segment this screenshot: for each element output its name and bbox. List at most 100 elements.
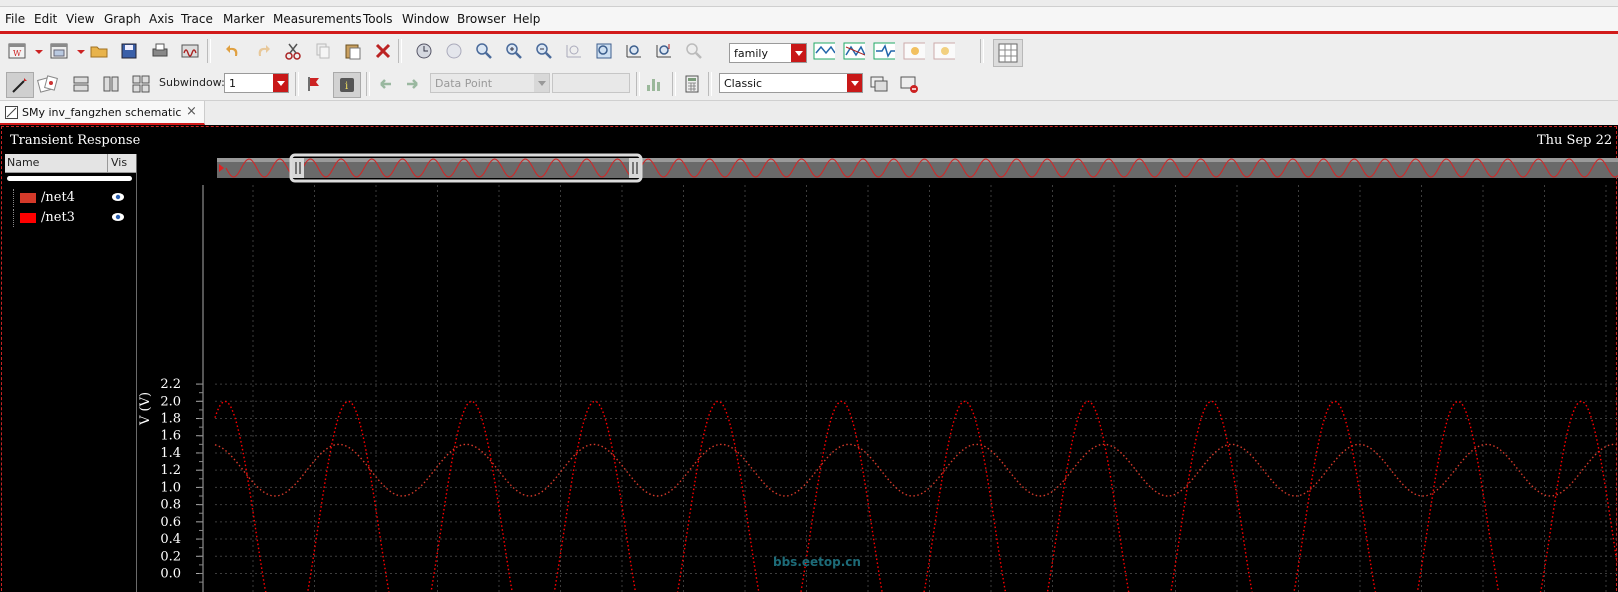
cut-icon[interactable]	[282, 40, 304, 62]
side-layout-icon[interactable]	[100, 73, 122, 95]
family-select[interactable]: family	[729, 43, 807, 63]
trace-series	[214, 400, 1618, 592]
y-tick-label: 0.8	[160, 498, 181, 513]
scrollbar-left-handle[interactable]	[292, 158, 304, 178]
zoom-in-icon[interactable]	[503, 40, 525, 62]
y-tick-label: 0.4	[160, 532, 181, 547]
data-point-select-value: Data Point	[435, 77, 493, 90]
zoom-icon[interactable]	[473, 40, 495, 62]
schematic-icon	[5, 106, 18, 119]
calc-icon[interactable]	[903, 40, 925, 62]
zoom-out-icon[interactable]	[533, 40, 555, 62]
prev-point-icon[interactable]	[374, 73, 396, 95]
new-window-icon[interactable]: W	[6, 40, 28, 62]
menu-browser[interactable]: Browser	[457, 12, 506, 26]
data-point-select[interactable]: Data Point	[430, 73, 550, 93]
toolbar-main: W family	[0, 34, 1618, 69]
toolbar-separator	[980, 39, 984, 63]
tab-label: SMy inv_fangzhen schematic	[22, 106, 182, 119]
menu-file[interactable]: File	[5, 12, 25, 26]
menu-bar: File Edit View Graph Axis Trace Marker M…	[0, 7, 1618, 31]
toolbar-separator	[708, 72, 712, 96]
info-icon[interactable]: i	[333, 72, 361, 98]
calculator-icon[interactable]	[681, 73, 703, 95]
chevron-down-icon[interactable]	[273, 74, 288, 92]
menu-edit[interactable]: Edit	[34, 12, 57, 26]
new-subwindow-icon[interactable]	[48, 40, 70, 62]
print-icon[interactable]	[149, 40, 171, 62]
family-icon[interactable]	[873, 40, 895, 62]
style-select-value: Classic	[724, 77, 763, 90]
menu-axis[interactable]: Axis	[149, 12, 174, 26]
strip-icon[interactable]	[813, 40, 835, 62]
toolbar-separator	[207, 39, 211, 63]
menu-marker[interactable]: Marker	[223, 12, 264, 26]
plot-grid	[215, 185, 1618, 592]
scrollbar-right-handle[interactable]	[629, 158, 641, 178]
undo-icon[interactable]	[222, 40, 244, 62]
fit-icon[interactable]	[413, 40, 435, 62]
data-point-field[interactable]	[552, 73, 630, 93]
menu-view[interactable]: View	[66, 12, 94, 26]
grid-layout-icon[interactable]	[130, 73, 152, 95]
zoom-x-icon[interactable]	[563, 40, 585, 62]
zoom-box-icon[interactable]	[593, 40, 615, 62]
y-axis-ticks: 0.0 0.2 0.4 0.6 0.8 1.0 1.2 1.4 1.6 1.8 2.0 2.2	[160, 377, 203, 583]
menu-measurements[interactable]: Measurements	[273, 12, 362, 26]
graph-icon[interactable]	[933, 40, 955, 62]
menu-graph[interactable]: Graph	[104, 12, 141, 26]
chevron-down-icon[interactable]	[28, 40, 50, 62]
marker-tool-icon[interactable]	[37, 73, 59, 95]
y-tick-label: 1.2	[160, 463, 181, 478]
flag-icon[interactable]	[303, 73, 325, 95]
family-select-value: family	[734, 47, 768, 60]
toolbar-separator	[295, 72, 299, 96]
chevron-down-icon[interactable]	[791, 44, 806, 62]
x-overview-scrollbar[interactable]	[217, 153, 1618, 183]
close-icon[interactable]: ×	[186, 104, 197, 119]
menu-tools[interactable]: Tools	[363, 12, 393, 26]
chevron-down-icon[interactable]	[534, 74, 549, 92]
close-window-icon[interactable]	[898, 73, 920, 95]
stack-layout-icon[interactable]	[70, 73, 92, 95]
watermark: bbs.eetop.cn	[773, 555, 861, 569]
print-preview-icon[interactable]	[179, 40, 201, 62]
y-tick-label: 1.6	[160, 429, 181, 444]
grid-icon[interactable]	[993, 39, 1023, 67]
paste-icon[interactable]	[342, 40, 364, 62]
style-select[interactable]: Classic	[719, 73, 863, 93]
zoom-reset-icon[interactable]	[683, 40, 705, 62]
menu-trace[interactable]: Trace	[181, 12, 213, 26]
tab-bar: SMy inv_fangzhen schematic ×	[0, 101, 1618, 125]
zoom-y-icon[interactable]	[623, 40, 645, 62]
menu-help[interactable]: Help	[513, 12, 540, 26]
delete-icon[interactable]	[372, 40, 394, 62]
toolbar-separator	[398, 39, 402, 63]
copy-icon[interactable]	[312, 40, 334, 62]
redo-icon[interactable]	[252, 40, 274, 62]
split-icon[interactable]	[843, 40, 865, 62]
tab-schematic[interactable]: SMy inv_fangzhen schematic ×	[0, 101, 205, 125]
svg-text:W: W	[13, 49, 22, 58]
save-icon[interactable]	[118, 40, 140, 62]
y-tick-label: 1.0	[160, 480, 181, 495]
zoom-y2-icon[interactable]	[653, 40, 675, 62]
pointer-tool-icon[interactable]	[6, 72, 34, 98]
menu-window[interactable]: Window	[402, 12, 449, 26]
next-point-icon[interactable]	[402, 73, 424, 95]
trace-net3	[214, 400, 1618, 592]
y-tick-label: 1.4	[160, 446, 181, 461]
open-folder-icon[interactable]	[88, 40, 110, 62]
y-tick-label: 0.6	[160, 515, 181, 530]
y-tick-label: 2.2	[160, 377, 181, 392]
subwindow-select[interactable]: 1	[224, 73, 289, 93]
svg-text:i: i	[345, 81, 348, 92]
chevron-down-icon[interactable]	[847, 74, 862, 92]
toolbar-separator	[636, 72, 640, 96]
window-list-icon[interactable]	[868, 73, 890, 95]
histogram-icon[interactable]	[643, 73, 665, 95]
y-tick-label: 2.0	[160, 394, 181, 409]
scrollbar-track-highlight	[217, 158, 1618, 162]
zoom-fit-icon[interactable]	[443, 40, 465, 62]
waveform-chart[interactable]: 0.0 0.2 0.4 0.6 0.8 1.0 1.2 1.4 1.6 1.8 2.0 2.2	[0, 125, 1618, 592]
